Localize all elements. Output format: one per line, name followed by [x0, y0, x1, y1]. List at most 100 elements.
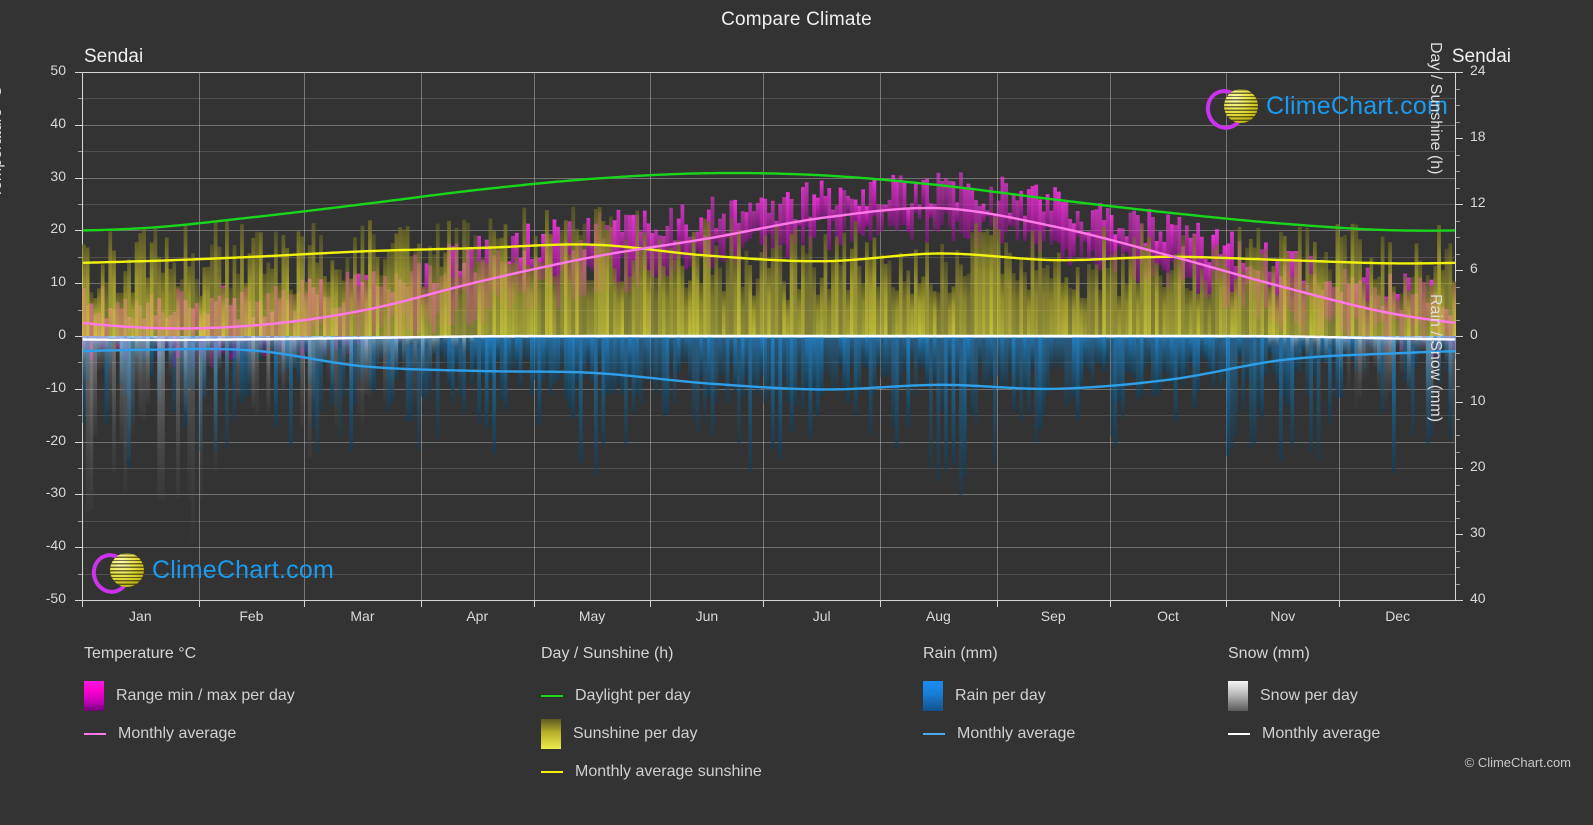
axis-tick-mark	[1456, 72, 1463, 73]
axis-tick-minor	[78, 468, 82, 469]
x-axis-tick-mark	[1109, 600, 1111, 607]
axis-tick-minor	[1456, 550, 1460, 552]
x-axis-tick-label-jun: Jun	[695, 608, 719, 624]
x-axis-tick-label-feb: Feb	[239, 608, 264, 624]
legend-column-rain-mm: Rain (mm) Rain per day Monthly average	[923, 645, 1075, 753]
axis-tick-minor	[1456, 171, 1460, 172]
plot-area: 50 40 30 20 10 0 -10 -20 -30 -40 -50 24 18 12 6 0 10 20 30…	[46, 62, 1486, 607]
legend-item-label: Monthly average	[118, 725, 237, 742]
y-axis-tick-label-temperature: -20	[45, 431, 66, 448]
axis-tick-minor	[1456, 583, 1460, 585]
axis-tick-minor	[78, 256, 82, 258]
legend-item[interactable]: Monthly average sunshine	[541, 753, 762, 791]
legend-item[interactable]: Monthly average	[1228, 715, 1380, 753]
y-axis-tick-label-rain-snow: 30	[1470, 524, 1486, 540]
axis-tick-minor	[1456, 352, 1460, 354]
axis-tick-mark	[75, 600, 82, 601]
page-title: Compare Climate	[721, 9, 872, 30]
x-axis-tick-label-sep: Sep	[1040, 608, 1066, 624]
legend-swatch-rain-swatch	[923, 681, 943, 711]
y-axis-tick-label-day-sunshine: 12	[1470, 194, 1486, 210]
y-axis-tick-label-temperature: 30	[50, 167, 66, 184]
axis-tick-mark	[75, 283, 82, 285]
y-axis-tick-label-rain-snow: 40	[1470, 590, 1486, 606]
axis-tick-minor	[78, 415, 82, 417]
axis-tick-mark	[1456, 138, 1463, 139]
climechart-logo-icon	[86, 547, 148, 600]
axis-tick-layer: 50 40 30 20 10 0 -10 -20 -30 -40 -50 24 18 12 6 0 10 20 30…	[46, 62, 1486, 607]
y-axis-title-rain-snow: Rain / Snow (mm)	[1427, 294, 1444, 423]
logo-watermark-top: ClimeChart.com	[1200, 83, 1448, 136]
legend-line-swatch	[541, 695, 563, 697]
y-axis-tick-label-temperature: -30	[45, 484, 66, 501]
axis-tick-minor	[1456, 567, 1460, 568]
y-axis-title-day-sunshine: Day / Sunshine (h)	[1427, 42, 1444, 175]
axis-tick-minor	[1456, 484, 1460, 486]
x-axis-tick-mark	[420, 600, 422, 607]
climate-chart-page: Compare Climate Sendai Sendai 50 40 30 2…	[0, 0, 1593, 825]
legend-item-label: Monthly average	[1262, 725, 1381, 742]
axis-tick-mark	[1456, 336, 1463, 337]
legend-item[interactable]: Range min / max per day	[84, 677, 295, 715]
axis-tick-minor	[78, 573, 82, 575]
legend-item[interactable]: Monthly average	[923, 715, 1075, 753]
axis-tick-mark	[1456, 402, 1463, 403]
y-axis-tick-label-rain-snow: 20	[1470, 458, 1486, 474]
x-axis-tick-mark	[1226, 600, 1228, 607]
axis-tick-mark	[75, 547, 82, 549]
axis-tick-minor	[1456, 286, 1460, 288]
y-axis-tick-label-temperature: 20	[50, 220, 66, 237]
x-axis-tick-mark	[198, 600, 200, 607]
logo-text: ClimeChart.com	[152, 555, 334, 584]
y-axis-tick-label-temperature: 10	[50, 273, 66, 290]
x-axis-tick-mark	[304, 600, 306, 607]
x-axis-tick-label-may: May	[578, 608, 606, 624]
legend-heading: Temperature °C	[84, 645, 197, 662]
x-axis-tick-mark	[996, 600, 998, 607]
legend-item-label: Sunshine per day	[573, 725, 698, 742]
axis-tick-minor	[78, 362, 82, 364]
legend-column-day-sunshine-h: Day / Sunshine (h) Daylight per day Sunshi…	[541, 645, 762, 791]
legend-item[interactable]: Monthly average	[84, 715, 295, 753]
axis-tick-mark	[1456, 468, 1463, 469]
axis-tick-minor	[1456, 154, 1460, 156]
axis-tick-minor	[78, 309, 82, 311]
climechart-logo-icon	[1200, 83, 1262, 136]
legend-item[interactable]: Daylight per day	[541, 677, 762, 715]
axis-tick-minor	[1456, 105, 1460, 106]
axis-tick-minor	[1456, 88, 1460, 90]
y-axis-tick-label-day-sunshine: 0	[1470, 326, 1478, 342]
legend-heading: Snow (mm)	[1228, 645, 1310, 662]
axis-tick-mark	[75, 336, 82, 337]
legend-item-label: Monthly average	[957, 725, 1076, 742]
legend-item-label: Range min / max per day	[116, 687, 295, 704]
legend-swatch-sunshine-swatch	[541, 719, 561, 749]
legend-item-label: Monthly average sunshine	[575, 763, 762, 780]
x-axis-tick-mark	[82, 600, 83, 607]
chart-legend: Temperature °C Range min / max per day Mon…	[0, 645, 1593, 825]
axis-tick-mark	[1456, 204, 1463, 205]
axis-tick-minor	[1456, 418, 1460, 420]
legend-item[interactable]: Rain per day	[923, 677, 1075, 715]
y-axis-tick-label-day-sunshine: 18	[1470, 128, 1486, 144]
x-axis-tick-label-jan: Jan	[129, 608, 152, 624]
axis-tick-mark	[75, 494, 82, 496]
axis-tick-minor	[1456, 253, 1460, 255]
legend-item-label: Rain per day	[955, 687, 1046, 704]
axis-tick-minor	[78, 151, 82, 153]
axis-tick-mark	[75, 388, 82, 390]
axis-tick-mark	[75, 72, 82, 73]
x-axis-tick-label-oct: Oct	[1157, 608, 1179, 624]
y-axis-tick-label-day-sunshine: 6	[1470, 260, 1478, 276]
legend-column-snow-mm: Snow (mm) Snow per day Monthly average	[1228, 645, 1380, 753]
x-axis-tick-label-dec: Dec	[1385, 608, 1411, 624]
axis-tick-minor	[1456, 220, 1460, 222]
axis-tick-minor	[1456, 369, 1460, 370]
legend-line-swatch	[1228, 733, 1250, 735]
legend-item[interactable]: Sunshine per day	[541, 715, 762, 753]
logo-text: ClimeChart.com	[1266, 91, 1448, 120]
legend-swatch-snow-swatch	[1228, 681, 1248, 711]
legend-item[interactable]: Snow per day	[1228, 677, 1380, 715]
axis-tick-mark	[75, 230, 82, 232]
axis-tick-minor	[1456, 385, 1460, 387]
